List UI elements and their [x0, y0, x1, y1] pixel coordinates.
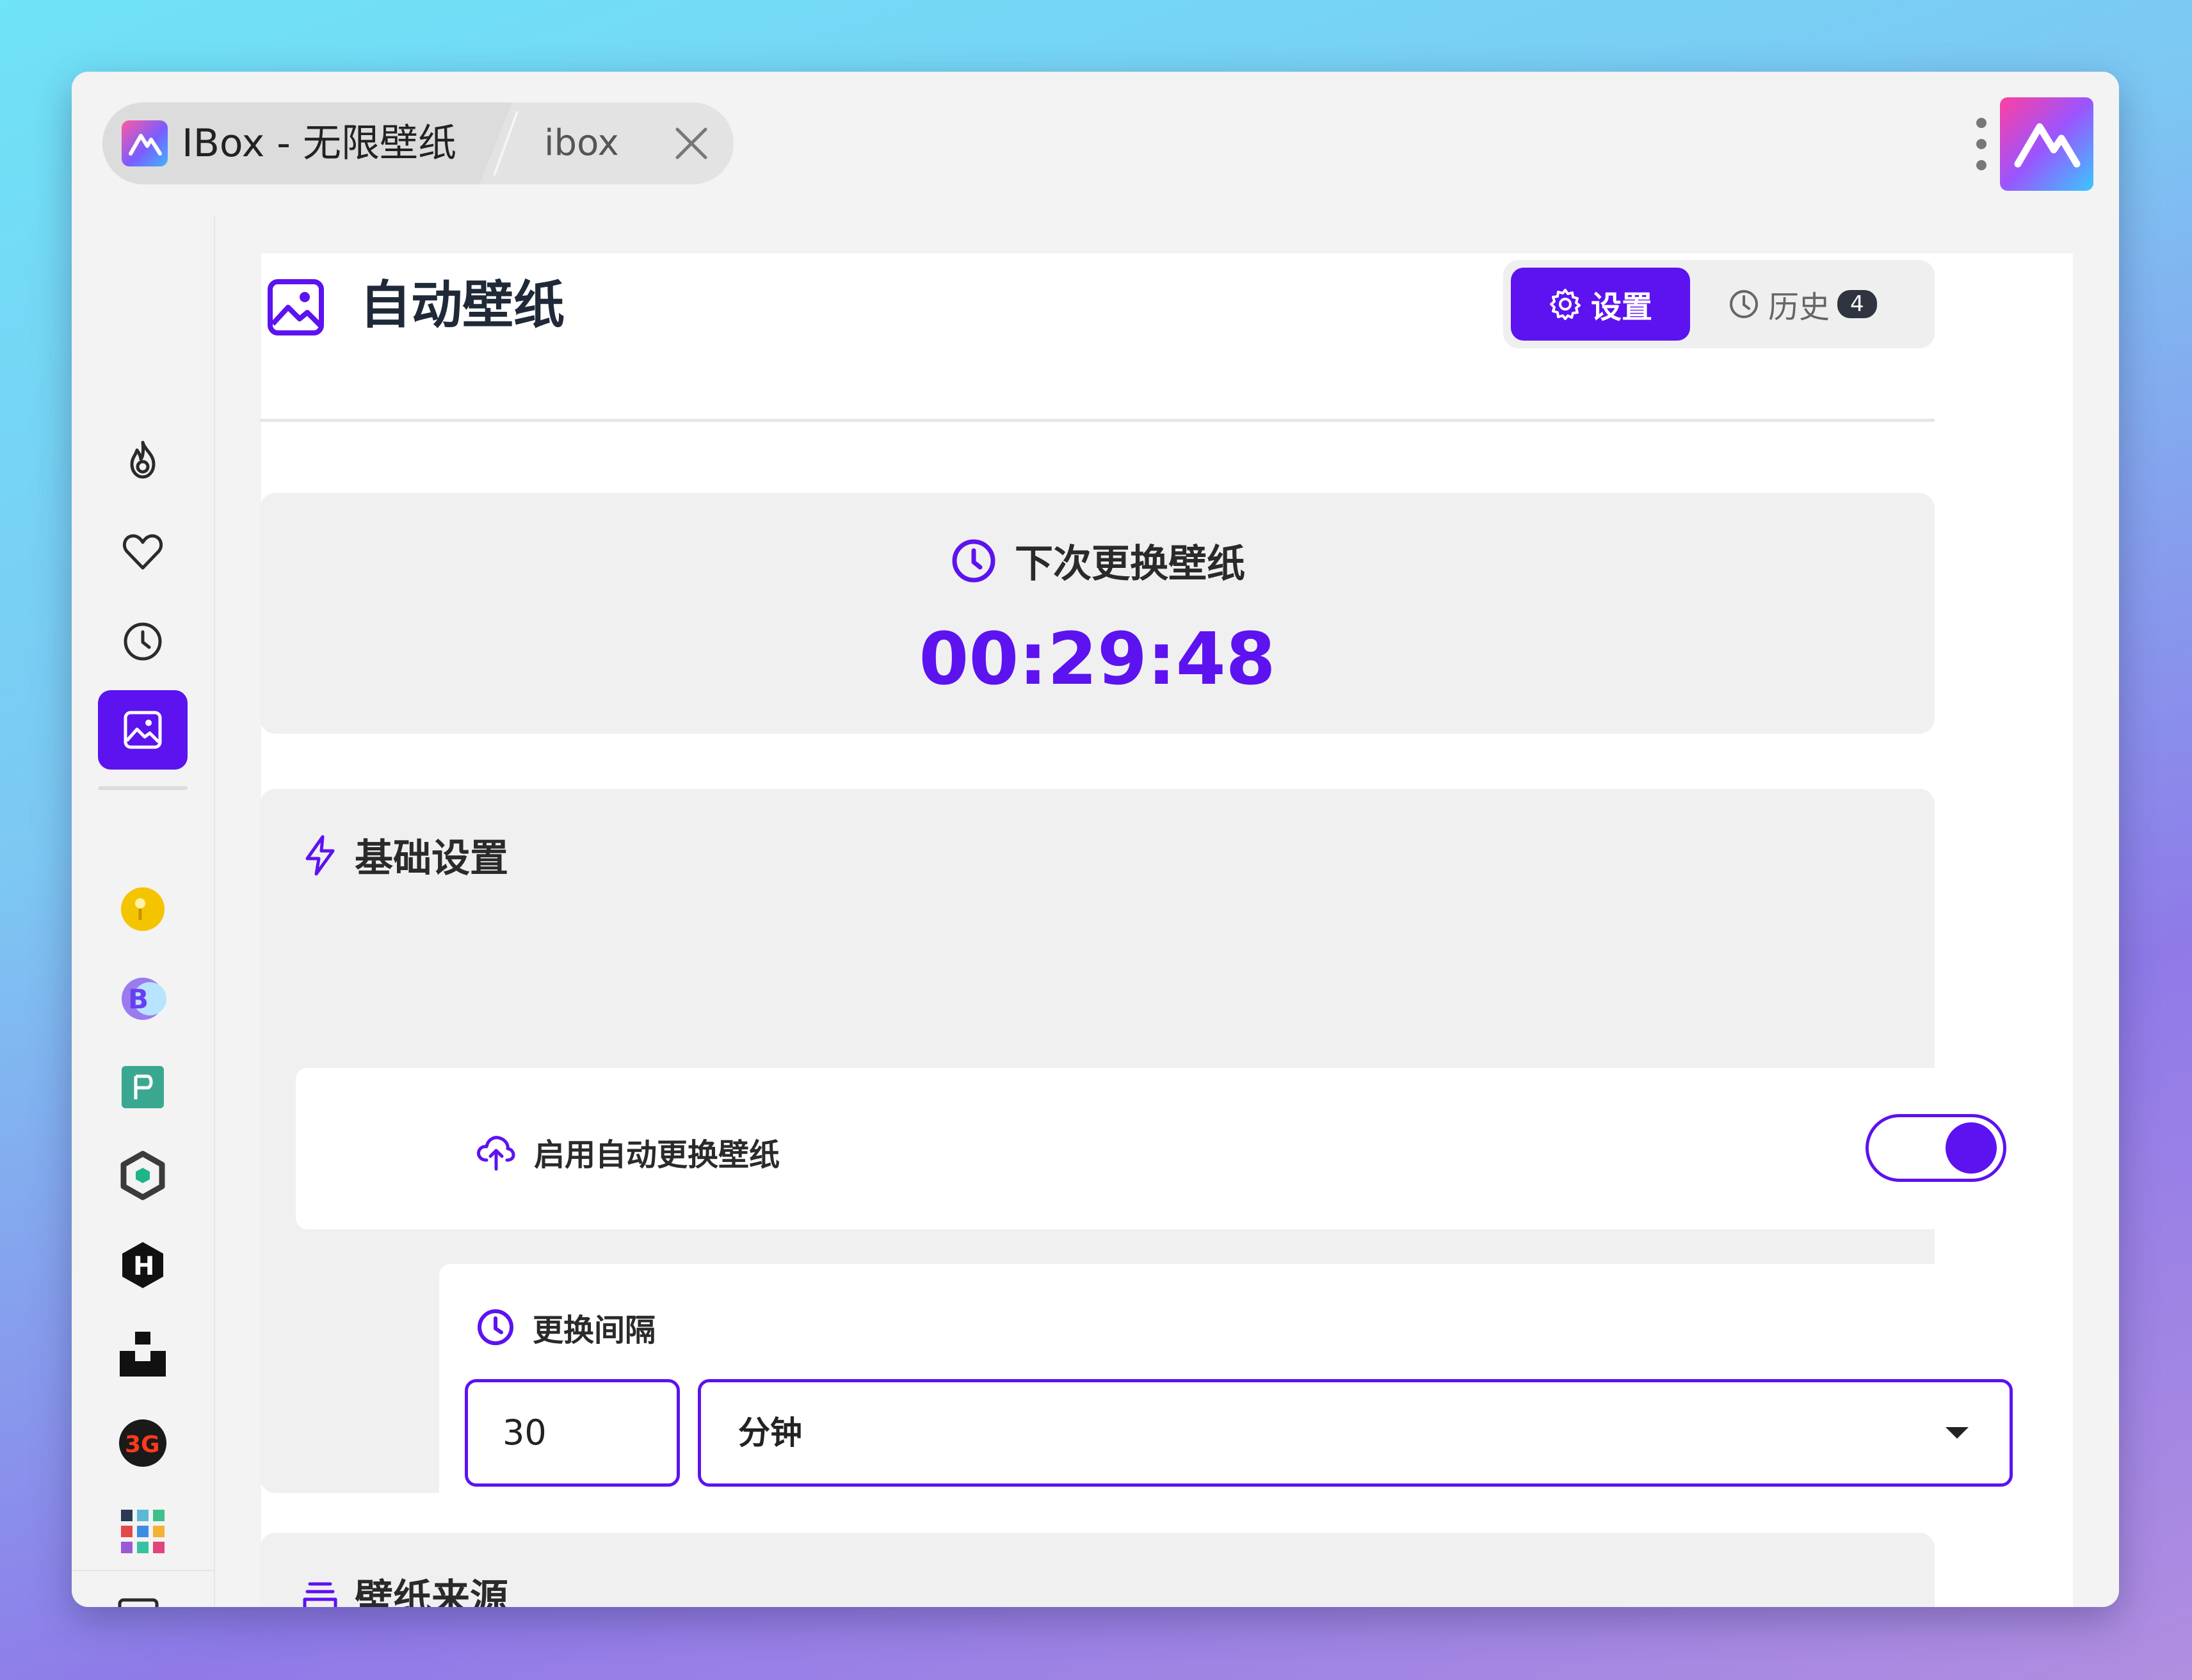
interval-label: 更换间隔 — [533, 1312, 656, 1348]
tab-history-label: 历史 — [1768, 289, 1830, 325]
fire-icon — [130, 440, 156, 479]
tab-title: IBox - 无限壁纸 — [182, 121, 457, 166]
interval-value-input[interactable]: 30 — [465, 1379, 680, 1487]
sidebar-source-2[interactable]: B — [98, 959, 188, 1038]
cloud-upload-icon — [477, 1136, 515, 1171]
enable-auto-label: 启用自动更换壁纸 — [534, 1137, 780, 1173]
tab-settings-label: 设置 — [1590, 289, 1652, 325]
sidebar-source-4[interactable] — [98, 1136, 188, 1215]
enable-auto-toggle[interactable] — [1866, 1114, 2006, 1182]
countdown-timer: 00:29:48 — [919, 618, 1276, 701]
clock-icon — [124, 622, 162, 661]
countdown-label: 下次更换壁纸 — [1015, 542, 1245, 586]
wallpaper-source-title: 壁纸来源 — [355, 1576, 508, 1607]
h-hexagon-source-icon: H — [122, 1242, 163, 1288]
sidebar-source-7[interactable]: 3G — [98, 1403, 188, 1483]
purple-b-source-icon: B — [122, 978, 166, 1020]
title-bar: IBox - 无限壁纸 ibox — [72, 72, 2119, 215]
terminal-icon — [118, 1598, 159, 1607]
history-count-badge: 4 — [1837, 290, 1877, 318]
gear-icon — [1549, 289, 1581, 320]
page-title: 自动壁纸 — [360, 275, 565, 335]
sidebar-item-hot[interactable] — [98, 420, 188, 499]
image-icon — [264, 275, 328, 339]
svg-text:H: H — [133, 1252, 154, 1281]
3g-source-icon: 3G — [119, 1419, 166, 1467]
app-logo-icon — [122, 120, 168, 166]
interval-unit-value: 分钟 — [738, 1414, 802, 1451]
hexagon-source-icon — [120, 1151, 165, 1200]
sidebar-source-3[interactable] — [98, 1047, 188, 1127]
more-menu-icon[interactable] — [1972, 115, 1991, 173]
countdown-header: 下次更换壁纸 — [260, 533, 1935, 588]
basic-settings-header: 基础设置 — [301, 827, 508, 883]
tab-secondary-label[interactable]: ibox — [544, 120, 619, 166]
chevron-down-icon — [1946, 1427, 1969, 1439]
layers-icon — [303, 1582, 337, 1607]
app-logo-button[interactable] — [2000, 97, 2093, 191]
app-window: IBox - 无限壁纸 ibox B H 3G 自动壁纸 设置 历史 4 下次更… — [72, 72, 2119, 1607]
svg-text:3G: 3G — [125, 1432, 160, 1458]
interval-row: 更换间隔 30 分钟 — [439, 1264, 2042, 1515]
sidebar-item-terminal[interactable] — [102, 1580, 174, 1607]
heart-icon — [122, 534, 163, 570]
clock-icon — [952, 539, 995, 582]
wallpaper-source-section: 壁纸来源 — [260, 1533, 1935, 1607]
wallpaper-source-header: 壁纸来源 — [301, 1567, 508, 1607]
tab-settings[interactable]: 设置 — [1511, 268, 1690, 341]
grid-source-icon — [121, 1510, 165, 1553]
close-icon[interactable] — [666, 118, 717, 169]
sidebar-bottom-divider — [72, 1570, 214, 1571]
basic-settings-title: 基础设置 — [355, 836, 508, 881]
clock-icon — [478, 1309, 513, 1345]
sidebar-item-recent[interactable] — [98, 602, 188, 681]
interval-label-group: 更换间隔 — [475, 1305, 656, 1350]
yellow-source-icon — [121, 887, 165, 931]
sidebar-source-5[interactable]: H — [98, 1225, 188, 1305]
green-p-source-icon — [122, 1066, 164, 1108]
sidebar-source-8[interactable] — [98, 1492, 188, 1571]
sidebar-item-auto-wallpaper[interactable] — [98, 690, 188, 770]
enable-auto-label-group: 启用自动更换壁纸 — [475, 1129, 780, 1174]
tab-history[interactable]: 历史 4 — [1727, 268, 1919, 341]
svg-text:B: B — [128, 983, 149, 1015]
enable-auto-row: 启用自动更换壁纸 — [439, 1068, 2042, 1229]
sidebar-item-favorites[interactable] — [98, 512, 188, 592]
sidebar-divider — [98, 786, 188, 790]
countdown-card: 下次更换壁纸 00:29:48 — [260, 493, 1935, 734]
view-tabs: 设置 历史 4 — [1503, 260, 1935, 348]
sidebar-source-6[interactable] — [98, 1314, 188, 1393]
lightning-icon — [305, 835, 335, 875]
interval-unit-select[interactable]: 分钟 — [698, 1379, 2013, 1487]
unsplash-source-icon — [120, 1332, 166, 1377]
sidebar-source-1[interactable] — [98, 869, 188, 949]
clock-icon — [1730, 290, 1758, 318]
toggle-knob — [1946, 1122, 1997, 1174]
image-icon — [124, 711, 162, 749]
tab-strip: IBox - 无限壁纸 ibox — [102, 102, 734, 184]
sidebar: B H 3G — [72, 215, 215, 1607]
header-divider — [260, 419, 1935, 422]
